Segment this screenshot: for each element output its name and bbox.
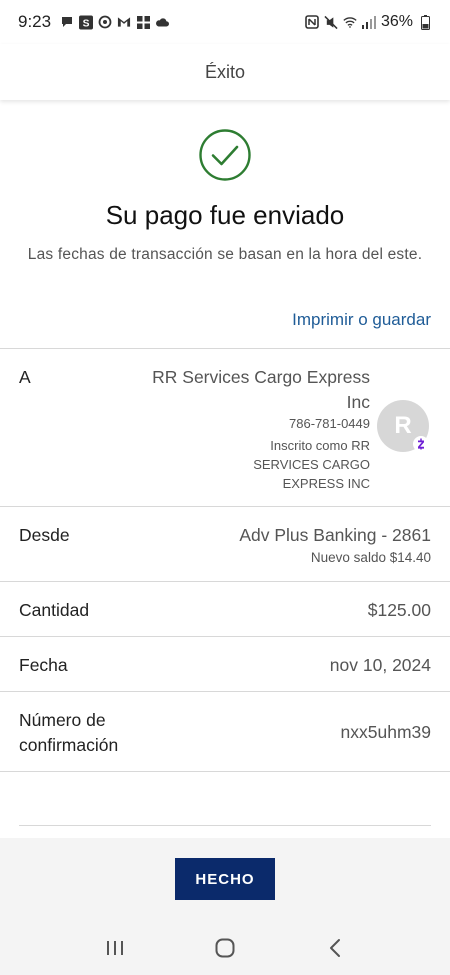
gmail-icon bbox=[117, 15, 131, 29]
recipient-name: RR Services Cargo Express Inc bbox=[152, 367, 370, 412]
divider bbox=[0, 506, 450, 507]
divider bbox=[0, 771, 450, 772]
from-account: Adv Plus Banking - 2861 bbox=[239, 525, 431, 545]
signal-icon bbox=[361, 15, 376, 29]
cloud-icon bbox=[155, 15, 170, 29]
timezone-note: Las fechas de transacción se basan en la… bbox=[27, 246, 423, 263]
new-balance: Nuevo saldo $14.40 bbox=[310, 550, 431, 565]
mute-icon bbox=[324, 15, 338, 29]
zelle-icon bbox=[413, 436, 429, 452]
amount-label: Cantidad bbox=[19, 600, 90, 620]
wifi-icon bbox=[343, 15, 357, 29]
date-label: Fecha bbox=[19, 655, 68, 675]
recipient-label: A bbox=[19, 367, 31, 387]
from-label: Desde bbox=[19, 525, 70, 545]
confirmation-number: nxx5uhm39 bbox=[340, 722, 431, 742]
status-time: 9:23 bbox=[18, 12, 52, 31]
print-or-save-link[interactable]: Imprimir o guardar bbox=[292, 310, 431, 330]
battery-icon bbox=[418, 14, 432, 30]
status-bar: 9:23 S 36% bbox=[0, 0, 450, 44]
success-headline: Su pago fue enviado bbox=[105, 200, 345, 230]
divider bbox=[0, 348, 450, 349]
s-app-icon: S bbox=[79, 15, 94, 29]
sync-icon bbox=[98, 15, 112, 29]
back-icon[interactable] bbox=[315, 928, 355, 968]
check-circle-icon bbox=[198, 128, 252, 182]
confirmation-label-line2: confirmación bbox=[19, 735, 119, 755]
navigation-bar bbox=[0, 920, 450, 975]
svg-text:S: S bbox=[83, 18, 90, 29]
divider bbox=[0, 581, 450, 582]
battery-percent: 36% bbox=[380, 13, 413, 30]
divider bbox=[0, 691, 450, 692]
nfc-icon bbox=[305, 15, 319, 29]
recipient-enrolled-as: Inscrito como RR SERVICES CARGO EXPRESS … bbox=[253, 438, 370, 491]
home-icon[interactable] bbox=[205, 928, 245, 968]
grid-app-icon bbox=[136, 15, 150, 29]
confirmation-label-line1: Número de bbox=[19, 710, 106, 730]
avatar-letter: R bbox=[394, 412, 412, 439]
page-title: Éxito bbox=[204, 61, 246, 82]
done-button[interactable]: HECHO bbox=[175, 858, 275, 900]
recents-icon[interactable] bbox=[95, 928, 135, 968]
divider bbox=[19, 825, 431, 826]
status-right: 36% bbox=[305, 13, 432, 31]
status-left: 9:23 S bbox=[18, 12, 170, 32]
chat-bubble-icon bbox=[60, 15, 74, 29]
recipient-phone: 786-781-0449 bbox=[289, 416, 370, 431]
amount-value: $125.00 bbox=[367, 600, 431, 620]
divider bbox=[0, 636, 450, 637]
app-header: Éxito bbox=[0, 44, 450, 100]
date-value: nov 10, 2024 bbox=[329, 655, 431, 675]
